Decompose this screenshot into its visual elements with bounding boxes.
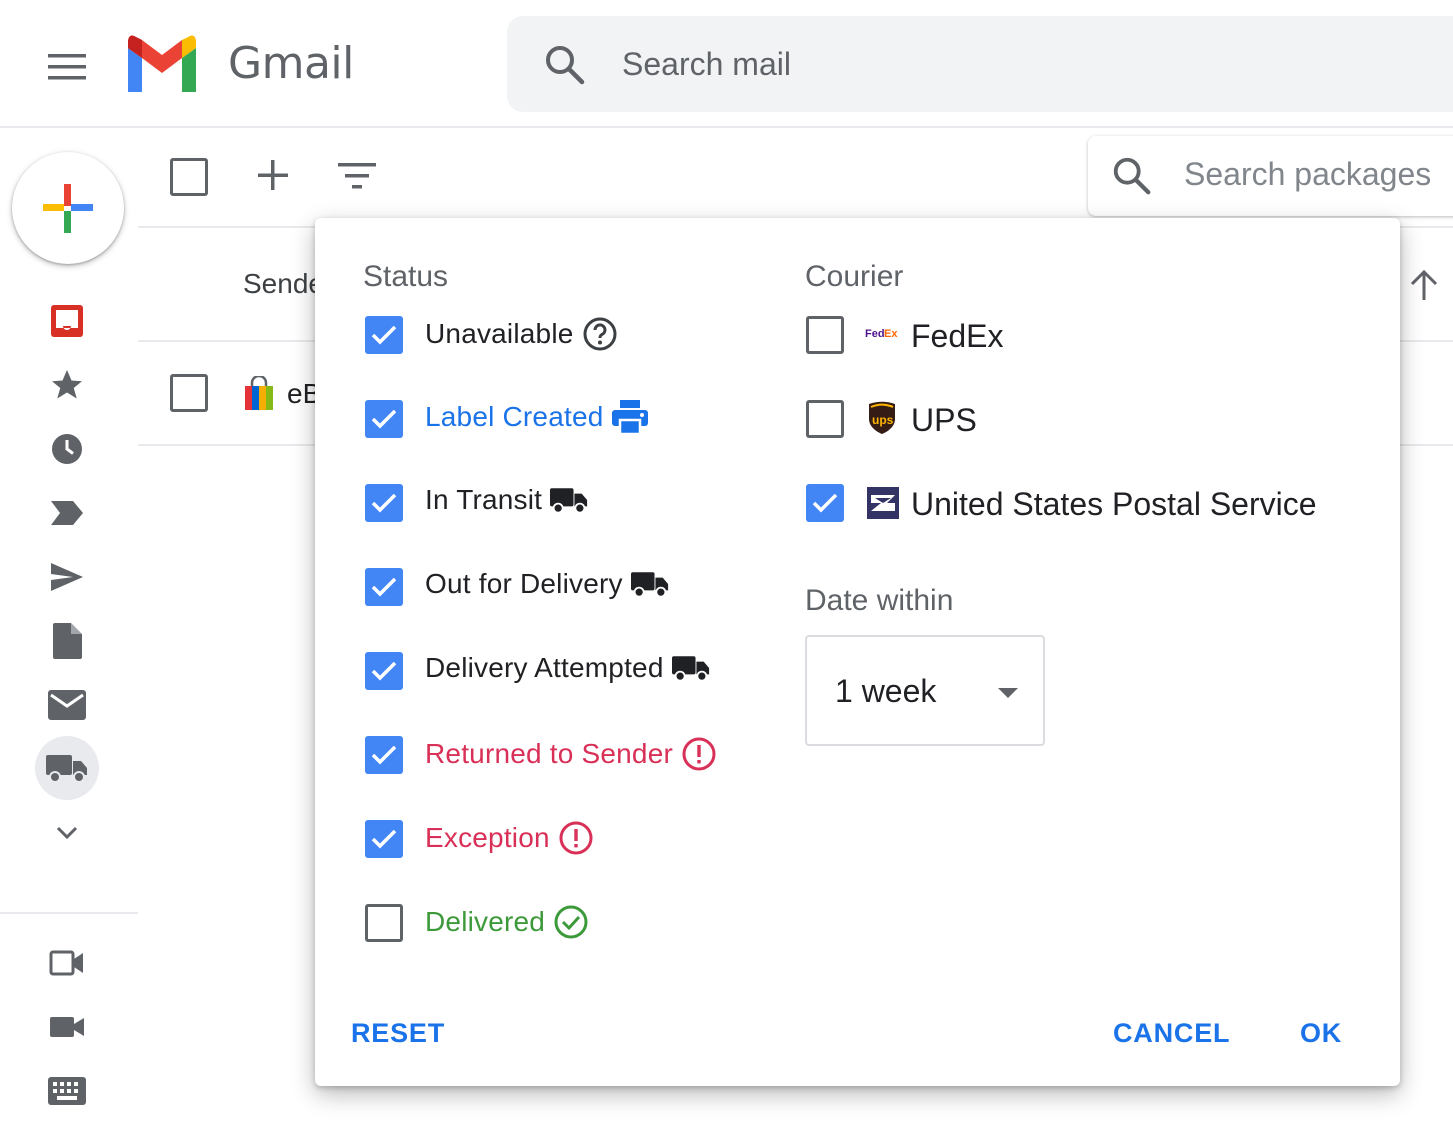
svg-text:ups: ups bbox=[872, 413, 894, 427]
status-delivery-attempted-option[interactable]: Delivery Attempted bbox=[425, 652, 710, 684]
status-delivered-checkbox[interactable] bbox=[365, 904, 403, 942]
shopping-bag-icon bbox=[245, 376, 273, 410]
status-delivery-attempted-label: Delivery Attempted bbox=[425, 652, 664, 683]
status-delivered-option[interactable]: Delivered bbox=[425, 904, 589, 940]
search-icon[interactable] bbox=[1110, 154, 1154, 198]
status-out-for-delivery-option[interactable]: Out for Delivery bbox=[425, 568, 669, 600]
status-returned-to-sender-option[interactable]: Returned to Sender bbox=[425, 736, 717, 772]
status-unavailable-checkbox[interactable] bbox=[365, 316, 403, 354]
checkmark-icon bbox=[371, 745, 397, 765]
reset-button[interactable]: RESET bbox=[351, 1018, 445, 1049]
video-camera-icon[interactable] bbox=[42, 1002, 92, 1052]
status-in-transit-label: In Transit bbox=[425, 484, 543, 515]
dropdown-arrow-icon bbox=[998, 688, 1018, 698]
main-menu-button[interactable] bbox=[40, 40, 94, 94]
checkmark-icon bbox=[812, 493, 838, 513]
courier-ups-label[interactable]: UPS bbox=[911, 402, 977, 439]
status-exception-checkbox[interactable] bbox=[365, 820, 403, 858]
checkmark-icon bbox=[371, 661, 397, 681]
app-name: Gmail bbox=[228, 38, 354, 89]
courier-usps-checkbox[interactable] bbox=[806, 484, 844, 522]
truck-icon bbox=[671, 654, 710, 682]
ups-logo-icon: ups bbox=[869, 401, 895, 434]
search-icon[interactable] bbox=[542, 42, 588, 88]
status-delivery-attempted-checkbox[interactable] bbox=[365, 652, 403, 690]
status-returned-to-sender-checkbox[interactable] bbox=[365, 736, 403, 774]
arrow-up-icon[interactable] bbox=[1404, 266, 1444, 306]
check-circle-icon bbox=[553, 904, 589, 940]
keyboard-icon[interactable] bbox=[42, 1066, 92, 1116]
status-section-title: Status bbox=[363, 260, 449, 293]
package-search-input[interactable]: Search packages bbox=[1184, 156, 1431, 193]
draft-icon[interactable] bbox=[42, 616, 92, 666]
courier-ups-checkbox[interactable] bbox=[806, 400, 844, 438]
truck-icon bbox=[630, 570, 669, 598]
status-label-created-label: Label Created bbox=[425, 401, 604, 432]
status-label-created-option[interactable]: Label Created bbox=[425, 400, 648, 434]
status-in-transit-option[interactable]: In Transit bbox=[425, 484, 588, 516]
status-exception-option[interactable]: Exception bbox=[425, 820, 594, 856]
add-icon[interactable] bbox=[252, 154, 294, 196]
inbox-icon[interactable] bbox=[42, 296, 92, 346]
checkmark-icon bbox=[371, 829, 397, 849]
mail-icon[interactable] bbox=[42, 680, 92, 730]
truck-icon bbox=[42, 743, 92, 793]
checkmark-icon bbox=[371, 325, 397, 345]
send-icon[interactable] bbox=[42, 552, 92, 602]
status-out-for-delivery-label: Out for Delivery bbox=[425, 568, 623, 599]
status-in-transit-checkbox[interactable] bbox=[365, 484, 403, 522]
checkmark-icon bbox=[371, 409, 397, 429]
courier-section-title: Courier bbox=[805, 260, 904, 293]
help-circle-icon bbox=[582, 316, 618, 352]
date-within-title: Date within bbox=[805, 584, 954, 617]
new-meeting-icon[interactable] bbox=[42, 938, 92, 988]
label-important-icon[interactable] bbox=[42, 488, 92, 538]
select-all-checkbox[interactable] bbox=[170, 158, 208, 196]
status-delivered-label: Delivered bbox=[425, 906, 546, 937]
printer-icon bbox=[611, 400, 648, 434]
alert-circle-icon bbox=[681, 736, 717, 772]
svg-text:Ex: Ex bbox=[884, 328, 898, 340]
courier-fedex-checkbox[interactable] bbox=[806, 316, 844, 354]
clock-icon[interactable] bbox=[42, 424, 92, 474]
status-unavailable-option[interactable]: Unavailable bbox=[425, 316, 618, 352]
alert-circle-icon bbox=[558, 820, 594, 856]
package-filter-dialog: Status Unavailable Label Created In Tran… bbox=[315, 218, 1400, 1086]
plus-icon bbox=[43, 184, 93, 233]
status-exception-label: Exception bbox=[425, 822, 550, 853]
date-within-select[interactable]: 1 week bbox=[805, 635, 1045, 746]
row-checkbox[interactable] bbox=[170, 374, 208, 412]
hamburger-icon bbox=[48, 54, 86, 80]
cancel-button[interactable]: CANCEL bbox=[1113, 1018, 1230, 1049]
column-header-sender[interactable]: Sende bbox=[243, 268, 324, 300]
star-icon[interactable] bbox=[42, 360, 92, 410]
rail-divider bbox=[0, 912, 138, 914]
ok-button[interactable]: OK bbox=[1300, 1018, 1342, 1049]
status-unavailable-label: Unavailable bbox=[425, 318, 574, 349]
fedex-logo-icon: Fed Ex bbox=[865, 328, 898, 340]
chevron-down-icon[interactable] bbox=[42, 808, 92, 858]
gmail-logo-icon[interactable] bbox=[124, 34, 200, 94]
courier-fedex-label[interactable]: FedEx bbox=[911, 318, 1003, 355]
svg-text:Fed: Fed bbox=[865, 328, 885, 340]
status-returned-to-sender-label: Returned to Sender bbox=[425, 738, 673, 769]
checkmark-icon bbox=[371, 493, 397, 513]
status-out-for-delivery-checkbox[interactable] bbox=[365, 568, 403, 606]
compose-button[interactable] bbox=[12, 152, 124, 264]
date-within-value: 1 week bbox=[835, 673, 937, 709]
status-label-created-checkbox[interactable] bbox=[365, 400, 403, 438]
courier-usps-label[interactable]: United States Postal Service bbox=[911, 486, 1317, 523]
checkmark-icon bbox=[371, 577, 397, 597]
search-input[interactable]: Search mail bbox=[622, 46, 791, 83]
truck-icon bbox=[550, 486, 588, 514]
filter-icon[interactable] bbox=[334, 154, 380, 200]
usps-logo-icon bbox=[867, 487, 899, 519]
